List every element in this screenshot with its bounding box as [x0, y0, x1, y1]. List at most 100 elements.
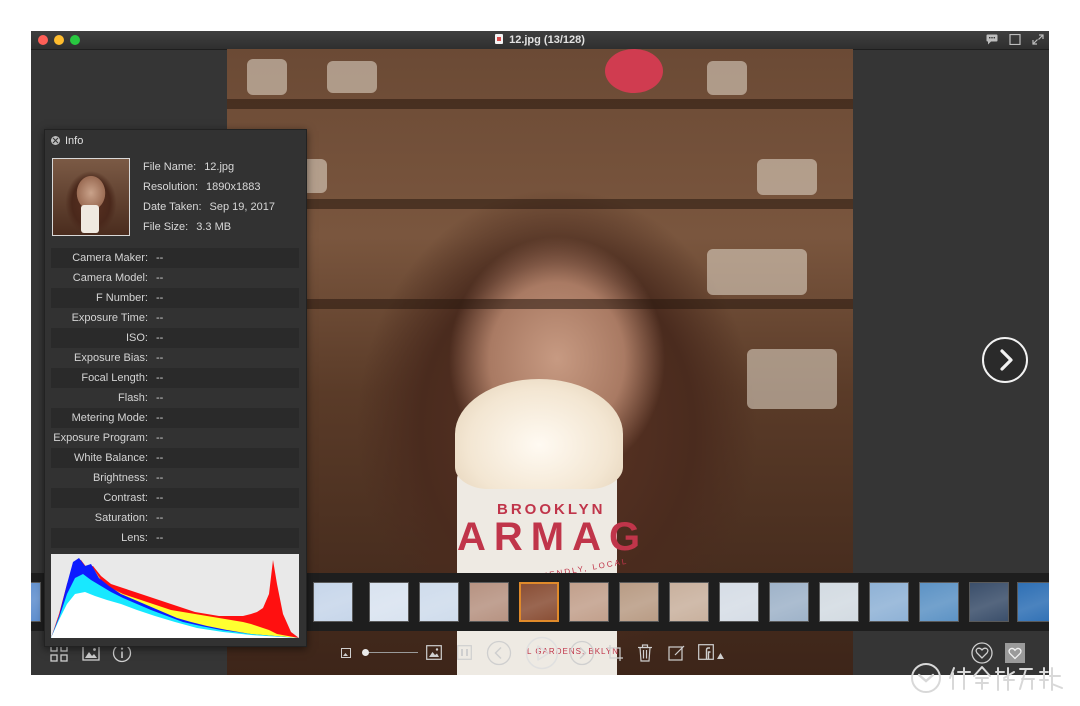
favorite-heart-icon[interactable]	[971, 642, 993, 664]
exif-label: Flash:	[118, 392, 148, 404]
close-info-icon[interactable]	[51, 136, 60, 145]
exif-value: --	[156, 492, 164, 504]
exif-value: --	[156, 392, 164, 404]
exif-row: Metering Mode: --	[51, 408, 299, 428]
exif-row: Saturation: --	[51, 508, 299, 528]
filmstrip-thumb[interactable]	[469, 582, 509, 622]
exif-label: White Balance:	[74, 452, 148, 464]
filmstrip-thumb[interactable]	[769, 582, 809, 622]
filmstrip-thumb[interactable]	[619, 582, 659, 622]
filmstrip-thumb[interactable]	[569, 582, 609, 622]
meta-value: 1890x1883	[206, 181, 261, 193]
exif-label: ISO:	[125, 332, 148, 344]
filmstrip-thumb[interactable]	[919, 582, 959, 622]
exif-table: Camera Maker: -- Camera Model: -- F Number…	[51, 248, 299, 548]
filmstrip-thumb[interactable]	[369, 582, 409, 622]
crop-icon[interactable]	[606, 644, 624, 662]
favorites-filter-icon[interactable]	[1005, 643, 1025, 663]
jar	[707, 61, 747, 95]
exif-row: Brightness: --	[51, 468, 299, 488]
filmstrip-thumb[interactable]	[819, 582, 859, 622]
exif-value: --	[156, 532, 164, 544]
filmstrip-thumb[interactable]	[1017, 582, 1049, 622]
filmstrip-thumb[interactable]	[313, 582, 353, 622]
exif-row: Exposure Program: --	[51, 428, 299, 448]
exif-row: Lens: --	[51, 528, 299, 548]
meta-date-taken: Date Taken: Sep 19, 2017	[143, 201, 275, 213]
meta-value: 3.3 MB	[196, 221, 232, 233]
edit-icon[interactable]	[668, 644, 686, 662]
exif-label: Focal Length:	[81, 372, 148, 384]
fit-window-icon[interactable]	[457, 645, 472, 660]
exif-row: ISO: --	[51, 328, 299, 348]
exif-label: Metering Mode:	[71, 412, 148, 424]
filmstrip-thumb[interactable]	[519, 582, 559, 622]
next-photo-button[interactable]	[982, 337, 1028, 383]
exif-label: Brightness:	[92, 472, 148, 484]
exif-label: Exposure Bias:	[74, 352, 148, 364]
meta-file-size: File Size: 3.3 MB	[143, 221, 231, 233]
comment-icon[interactable]	[986, 34, 998, 45]
filmstrip-thumb[interactable]	[869, 582, 909, 622]
exif-value: --	[156, 312, 164, 324]
meta-value: Sep 19, 2017	[209, 201, 275, 213]
exif-label: Exposure Program:	[53, 432, 148, 444]
window-title: 12.jpg (13/128)	[31, 33, 1049, 47]
info-panel: Info File Name: 12.jpg Resolution: 1890x18…	[44, 129, 307, 647]
fullscreen-icon[interactable]	[1032, 34, 1044, 45]
info-panel-title: Info	[65, 135, 84, 147]
window-title-text: 12.jpg (13/128)	[509, 34, 585, 46]
red-ornament	[605, 49, 663, 93]
jar	[747, 349, 837, 409]
filmstrip-thumb[interactable]	[419, 582, 459, 622]
whipped-cream	[455, 379, 623, 489]
play-slideshow-icon[interactable]	[525, 636, 559, 670]
exif-row: Exposure Time: --	[51, 308, 299, 328]
small-image-icon[interactable]	[341, 648, 351, 658]
watermark-text	[949, 666, 1063, 691]
exif-row: F Number: --	[51, 288, 299, 308]
filmstrip-thumb[interactable]	[969, 582, 1009, 622]
exif-row: Flash: --	[51, 388, 299, 408]
cup-text-armag: ARMAG	[457, 515, 649, 559]
exif-row: Camera Maker: --	[51, 248, 299, 268]
zoom-slider-knob[interactable]	[362, 649, 369, 656]
jpg-file-icon	[495, 34, 504, 44]
meta-label: Date Taken:	[143, 201, 202, 213]
previous-icon[interactable]	[486, 640, 512, 666]
exif-row: Contrast: --	[51, 488, 299, 508]
filmstrip-thumb[interactable]	[719, 582, 759, 622]
exif-value: --	[156, 272, 164, 284]
exif-label: Camera Model:	[72, 272, 148, 284]
meta-label: Resolution:	[143, 181, 199, 193]
filmstrip-thumb[interactable]	[31, 582, 41, 622]
watermark-logo	[911, 663, 941, 693]
shelf	[227, 299, 853, 309]
exif-value: --	[156, 372, 164, 384]
meta-resolution: Resolution: 1890x1883	[143, 181, 261, 193]
exif-label: Camera Maker:	[72, 252, 148, 264]
thumbnail-cup	[81, 205, 99, 233]
exif-row: Focal Length: --	[51, 368, 299, 388]
exif-row: Camera Model: --	[51, 268, 299, 288]
window-mode-icon[interactable]	[1009, 34, 1021, 45]
exif-value: --	[156, 472, 164, 484]
exif-label: Contrast:	[103, 492, 148, 504]
zoom-slider-track[interactable]	[364, 652, 418, 653]
large-image-icon[interactable]	[426, 645, 442, 660]
shelf	[227, 99, 853, 109]
photo-thumbnail	[52, 158, 130, 236]
exif-label: Lens:	[121, 532, 148, 544]
exif-value: --	[156, 432, 164, 444]
jar	[247, 59, 287, 95]
exif-value: --	[156, 412, 164, 424]
next-icon[interactable]	[569, 640, 595, 666]
trash-icon[interactable]	[637, 644, 653, 662]
exif-value: --	[156, 512, 164, 524]
exif-row: Exposure Bias: --	[51, 348, 299, 368]
share-menu-caret-icon[interactable]	[717, 653, 724, 659]
facebook-share-icon[interactable]	[698, 644, 714, 660]
filmstrip-thumb[interactable]	[669, 582, 709, 622]
title-bar: 12.jpg (13/128)	[31, 31, 1049, 50]
exif-label: Saturation:	[94, 512, 148, 524]
